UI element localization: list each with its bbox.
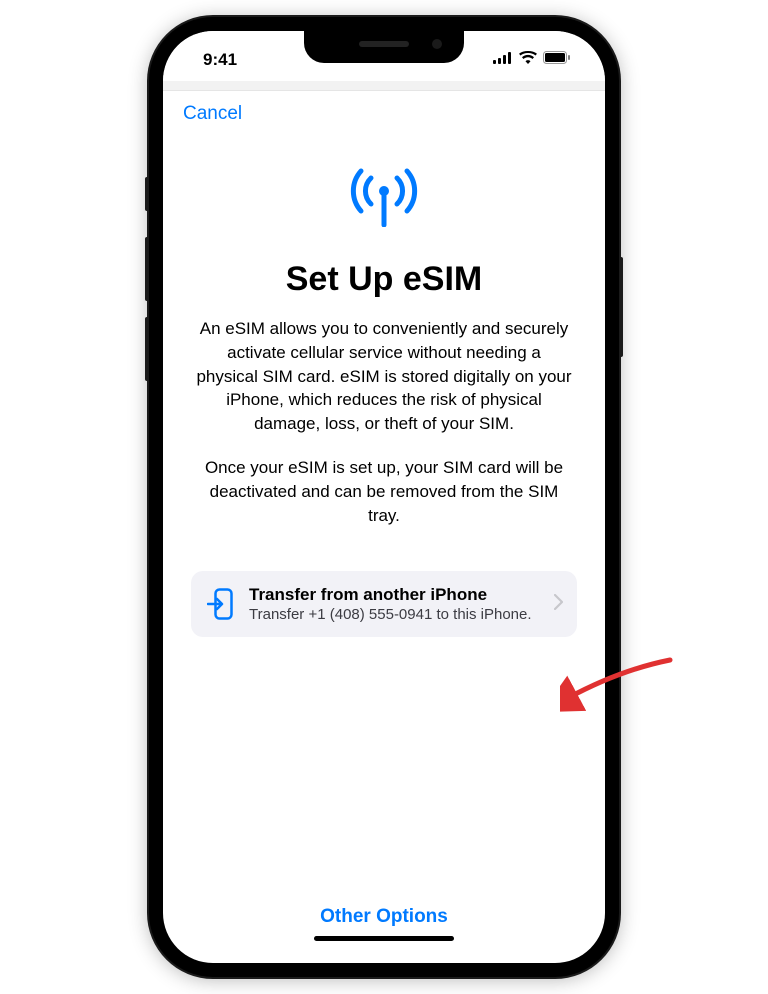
- body-paragraph-2: Once your eSIM is set up, your SIM card …: [191, 456, 577, 527]
- main-content: Set Up eSIM An eSIM allows you to conven…: [163, 133, 605, 888]
- option-subtitle: Transfer +1 (408) 555-0941 to this iPhon…: [249, 606, 540, 623]
- body-paragraph-1: An eSIM allows you to conveniently and s…: [191, 317, 577, 436]
- battery-icon: [543, 51, 571, 69]
- antenna-signal-icon: [348, 167, 420, 232]
- power-button: [619, 257, 623, 357]
- other-options-button[interactable]: Other Options: [183, 906, 585, 928]
- hero-icon-container: [191, 167, 577, 232]
- phone-camera: [432, 39, 442, 49]
- wifi-icon: [519, 51, 537, 69]
- page-title: Set Up eSIM: [191, 260, 577, 299]
- chevron-right-icon: [554, 594, 563, 615]
- cancel-button[interactable]: Cancel: [183, 103, 242, 124]
- nav-bar: Cancel: [163, 91, 605, 133]
- mute-switch: [145, 177, 149, 211]
- phone-speaker: [359, 41, 409, 47]
- sheet-background-peek: [163, 81, 605, 91]
- volume-down-button: [145, 317, 149, 381]
- status-time: 9:41: [191, 50, 237, 70]
- option-title: Transfer from another iPhone: [249, 585, 540, 605]
- bottom-area: Other Options: [163, 888, 605, 963]
- cellular-signal-icon: [493, 51, 513, 69]
- status-icons: [493, 51, 577, 69]
- phone-frame: 9:41: [149, 17, 619, 977]
- volume-up-button: [145, 237, 149, 301]
- screen: 9:41: [163, 31, 605, 963]
- home-indicator[interactable]: [314, 936, 454, 941]
- transfer-from-iphone-option[interactable]: Transfer from another iPhone Transfer +1…: [191, 571, 577, 637]
- transfer-in-icon: [205, 588, 235, 620]
- option-text: Transfer from another iPhone Transfer +1…: [249, 585, 540, 623]
